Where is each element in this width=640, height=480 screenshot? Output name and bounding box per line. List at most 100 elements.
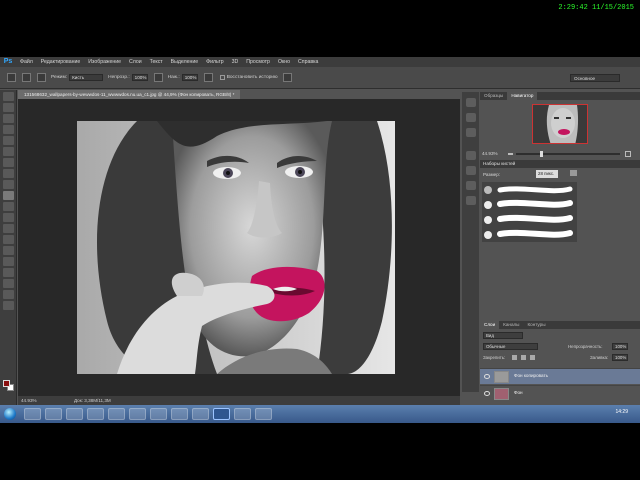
lasso-tool-icon[interactable]	[2, 114, 14, 123]
history-brush-tool-icon[interactable]	[2, 191, 14, 200]
gradient-tool-icon[interactable]	[2, 213, 14, 222]
quick-select-tool-icon[interactable]	[2, 125, 14, 134]
blend-mode-select[interactable]: Обычные	[483, 343, 538, 350]
brush-panel-icon[interactable]	[37, 73, 46, 82]
mode-select[interactable]: Кисть	[69, 74, 104, 81]
taskbar-word-icon[interactable]	[129, 408, 146, 420]
menu-image[interactable]: Изображение	[84, 57, 125, 67]
menu-help[interactable]: Справка	[294, 57, 322, 67]
taskbar-explorer-icon[interactable]	[24, 408, 41, 420]
pressure-label: Наж.:	[167, 75, 180, 80]
navigator-zoom-value[interactable]: 44.93%	[482, 150, 498, 158]
canvas-area[interactable]	[18, 99, 460, 396]
opacity-field[interactable]: 100%	[131, 74, 148, 81]
eyedropper-tool-icon[interactable]	[2, 147, 14, 156]
fill-label: Заливка:	[590, 355, 609, 360]
tab-paths[interactable]: Контуры	[523, 321, 549, 329]
menu-layers[interactable]: Слои	[125, 57, 146, 67]
taskbar-skype-icon[interactable]	[87, 408, 104, 420]
taskbar-firefox-icon[interactable]	[45, 408, 62, 420]
brush-preset-icon[interactable]	[22, 73, 31, 82]
menu-filter[interactable]: Фильтр	[202, 57, 227, 67]
taskbar-clock[interactable]: 14:29	[615, 409, 628, 415]
zoom-slider-handle[interactable]	[540, 151, 543, 157]
taskbar-app-icon[interactable]	[192, 408, 209, 420]
lock-all-icon[interactable]	[530, 355, 535, 360]
brush-size-field[interactable]: 28 пикс.	[536, 170, 558, 178]
pressure-opacity-icon[interactable]	[153, 73, 163, 82]
layer-name[interactable]: Фон	[514, 390, 523, 395]
character-panel-icon[interactable]	[465, 181, 476, 190]
menu-file[interactable]: Файл	[16, 57, 37, 67]
layer-name[interactable]: Фон копировать	[514, 373, 548, 378]
menu-text[interactable]: Текст	[146, 57, 167, 67]
shape-tool-icon[interactable]	[2, 279, 14, 288]
taskbar-chrome-icon[interactable]	[66, 408, 83, 420]
color-panel-icon[interactable]	[465, 113, 476, 122]
healing-tool-icon[interactable]	[2, 158, 14, 167]
clone-source-panel-icon[interactable]	[465, 166, 476, 175]
taskbar-photoshop-icon[interactable]	[213, 408, 230, 420]
menu-3d[interactable]: 3D	[228, 57, 243, 67]
layer-opacity-field[interactable]: 100%	[612, 343, 628, 350]
zoom-in-icon[interactable]	[625, 151, 631, 157]
brush-tool-icon[interactable]	[2, 169, 14, 178]
start-button-icon[interactable]	[4, 408, 16, 420]
move-tool-icon[interactable]	[2, 92, 14, 101]
document-tab[interactable]: 131568632_wallpapers-by-wewwdos-11_wwwwd…	[18, 90, 241, 99]
menu-view[interactable]: Просмотр	[242, 57, 274, 67]
fill-field[interactable]: 100%	[612, 354, 628, 361]
navigator-preview	[533, 105, 587, 143]
hand-tool-icon[interactable]	[2, 290, 14, 299]
stamp-tool-icon[interactable]	[2, 180, 14, 189]
lock-pixels-icon[interactable]	[512, 355, 517, 360]
menu-edit[interactable]: Редактирование	[37, 57, 85, 67]
lock-position-icon[interactable]	[521, 355, 526, 360]
eraser-tool-icon[interactable]	[2, 202, 14, 211]
layer-filter-select[interactable]: Вид	[483, 332, 523, 339]
taskbar-folder-icon[interactable]	[171, 408, 188, 420]
navigator-thumbnail[interactable]	[532, 104, 588, 144]
blur-tool-icon[interactable]	[2, 224, 14, 233]
zoom-tool-icon[interactable]	[2, 301, 14, 310]
taskbar-yandex-icon[interactable]	[150, 408, 167, 420]
menu-select[interactable]: Выделение	[167, 57, 203, 67]
brush-preset-list[interactable]	[482, 182, 577, 242]
paragraph-panel-icon[interactable]	[465, 196, 476, 205]
restore-history-checkbox[interactable]	[219, 75, 225, 80]
brush-presets-header[interactable]: Наборы кистей	[480, 160, 640, 168]
layer-opacity-label: Непрозрачность:	[568, 344, 603, 349]
brush-folder-icon[interactable]	[570, 170, 577, 176]
dodge-tool-icon[interactable]	[2, 235, 14, 244]
taskbar-media-icon[interactable]	[108, 408, 125, 420]
eye-icon[interactable]	[484, 374, 490, 379]
tablet-pressure-icon[interactable]	[282, 73, 292, 82]
layers-panel: Вид Обычные Непрозрачность: 100% Закрепи…	[480, 329, 640, 405]
status-zoom[interactable]: 44.93%	[21, 396, 37, 405]
tab-swatches[interactable]: Образцы	[480, 92, 507, 100]
tab-layers[interactable]: Слои	[480, 321, 500, 329]
pressure-field[interactable]: 100%	[181, 74, 198, 81]
airbrush-icon[interactable]	[203, 73, 213, 82]
history-brush-icon[interactable]	[7, 73, 16, 82]
layer-row[interactable]: Фон копировать	[480, 368, 640, 384]
path-select-tool-icon[interactable]	[2, 268, 14, 277]
history-panel-icon[interactable]	[465, 98, 476, 107]
brush-panel-strip-icon[interactable]	[465, 151, 476, 160]
pen-tool-icon[interactable]	[2, 246, 14, 255]
tab-navigator[interactable]: Навигатор	[507, 92, 538, 100]
zoom-out-icon[interactable]	[508, 153, 513, 155]
adjustments-panel-icon[interactable]	[465, 128, 476, 137]
type-tool-icon[interactable]	[2, 257, 14, 266]
marquee-tool-icon[interactable]	[2, 103, 14, 112]
foreground-color-swatch[interactable]	[3, 380, 10, 387]
crop-tool-icon[interactable]	[2, 136, 14, 145]
zoom-slider[interactable]	[516, 153, 620, 155]
eye-icon[interactable]	[484, 391, 490, 396]
layer-row[interactable]: Фон	[480, 385, 640, 401]
tab-channels[interactable]: Каналы	[499, 321, 523, 329]
workspace-select[interactable]: Основное	[570, 74, 620, 82]
taskbar-misc-icon[interactable]	[255, 408, 272, 420]
taskbar-recorder-icon[interactable]	[234, 408, 251, 420]
menu-window[interactable]: Окно	[274, 57, 294, 67]
